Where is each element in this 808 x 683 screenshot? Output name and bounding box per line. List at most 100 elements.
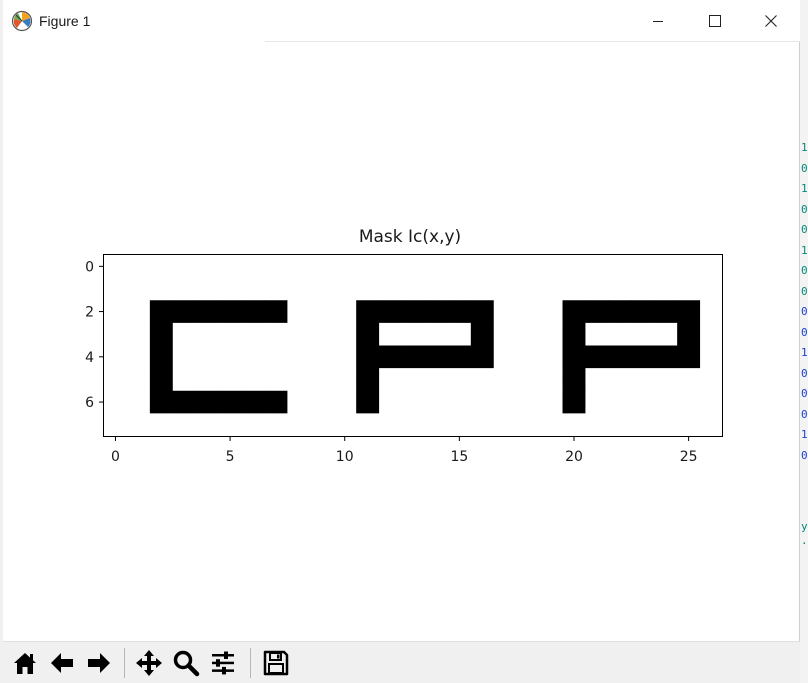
heatmap-cell — [539, 368, 563, 392]
heatmap-cell — [700, 255, 724, 279]
bg-digit: 0 — [801, 325, 808, 339]
heatmap-cell — [585, 345, 609, 369]
heatmap-cell — [333, 300, 357, 324]
heatmap-cell — [562, 413, 586, 437]
heatmap-cell — [104, 277, 128, 301]
heatmap-cell — [379, 345, 403, 369]
heatmap-cell — [470, 255, 495, 279]
heatmap-cell — [264, 322, 288, 346]
heatmap-cell — [516, 345, 540, 369]
save-button[interactable] — [259, 646, 293, 680]
bg-digit: 0 — [801, 264, 808, 277]
bg-char: y — [801, 520, 808, 533]
bg-digit: 1 — [801, 243, 808, 257]
x-tick-label: 5 — [226, 449, 235, 465]
heatmap-cell — [585, 300, 609, 324]
heatmap-cell — [447, 322, 472, 346]
home-button[interactable] — [8, 646, 42, 680]
heatmap-cell — [424, 322, 449, 346]
heatmap-cell — [700, 413, 724, 437]
heatmap-cell — [516, 390, 540, 414]
heatmap-cell — [631, 300, 655, 324]
heatmap-cell — [379, 300, 403, 324]
heatmap-cell — [356, 300, 380, 324]
heatmap-cell — [402, 390, 426, 414]
back-icon — [51, 653, 73, 673]
heatmap-cell — [677, 390, 701, 414]
configure-subplots-button[interactable] — [206, 646, 240, 680]
forward-icon — [88, 653, 110, 673]
heatmap-cell — [631, 345, 655, 369]
heatmap-cell — [562, 277, 586, 301]
y-tick-label: 6 — [85, 395, 94, 411]
forward-button[interactable] — [82, 646, 116, 680]
heatmap-cell — [539, 300, 563, 324]
heatmap-cell — [241, 277, 265, 301]
heatmap-cell — [310, 300, 334, 324]
heatmap-cell — [424, 300, 449, 324]
heatmap-cell — [585, 390, 609, 414]
heatmap-cell — [241, 322, 265, 346]
heatmap-cell — [539, 390, 563, 414]
toolbar-separator — [250, 648, 251, 678]
heatmap-cell — [608, 413, 632, 437]
bg-digit: 0 — [801, 223, 808, 236]
heatmap-cell — [310, 413, 334, 437]
figure-canvas[interactable]: Mask Ic(x,y) 0 5 10 15 20 25 0 2 4 6 — [3, 0, 800, 683]
heatmap-cell — [493, 255, 518, 279]
bg-digit: 0 — [801, 284, 808, 298]
heatmap-cell — [356, 277, 380, 301]
x-axis: 0 5 10 15 20 25 — [111, 436, 698, 465]
pan-button[interactable] — [132, 646, 166, 680]
heatmap-cell — [700, 390, 724, 414]
heatmap-cell — [149, 368, 174, 392]
heatmap-cell — [654, 277, 678, 301]
x-tick-label: 15 — [450, 449, 468, 465]
heatmap-cell — [424, 345, 449, 369]
heatmap-cell — [516, 277, 540, 301]
heatmap-cell — [333, 322, 357, 346]
heatmap-cell — [333, 390, 357, 414]
heatmap-cell — [241, 255, 265, 279]
heatmap-cell — [539, 322, 563, 346]
heatmap-cell — [562, 390, 586, 414]
background-app-right-edge: 1 0 1 0 0 1 0 0 0 0 1 0 0 0 1 0 y . — [800, 0, 808, 683]
heatmap-cell — [379, 390, 403, 414]
heatmap-cell — [104, 322, 128, 346]
zoom-button[interactable] — [169, 646, 203, 680]
heatmap-cell — [149, 413, 174, 437]
heatmap-cell — [195, 300, 220, 324]
heatmap-cell — [104, 413, 128, 437]
heatmap-cell — [356, 345, 380, 369]
heatmap-cell — [677, 413, 701, 437]
heatmap-cell — [149, 255, 174, 279]
heatmap-cell — [585, 322, 609, 346]
heatmap-cell — [287, 255, 311, 279]
pan-icon — [136, 650, 162, 676]
heatmap-cell — [493, 300, 518, 324]
heatmap-cell — [516, 413, 540, 437]
heatmap-cell — [264, 390, 288, 414]
x-tick-label: 0 — [111, 449, 120, 465]
heatmap-cell — [700, 277, 724, 301]
heatmap-cell — [447, 413, 472, 437]
heatmap-cell — [585, 368, 609, 392]
heatmap-cell — [424, 390, 449, 414]
heatmap-cell — [539, 255, 563, 279]
back-button[interactable] — [45, 646, 79, 680]
heatmap-cell — [333, 368, 357, 392]
heatmap-cell — [631, 368, 655, 392]
heatmap-cell — [287, 368, 311, 392]
heatmap-cell — [126, 390, 151, 414]
heatmap-cell — [402, 277, 426, 301]
heatmap-cell — [310, 345, 334, 369]
heatmap-cell — [126, 322, 151, 346]
heatmap-cell — [104, 300, 128, 324]
heatmap-cell — [516, 300, 540, 324]
bg-digit: 0 — [801, 305, 808, 318]
heatmap-cell — [149, 322, 174, 346]
navigation-toolbar — [3, 641, 800, 683]
heatmap-cell — [447, 368, 472, 392]
heatmap-cell — [172, 368, 197, 392]
bg-digit: 1 — [801, 182, 808, 195]
